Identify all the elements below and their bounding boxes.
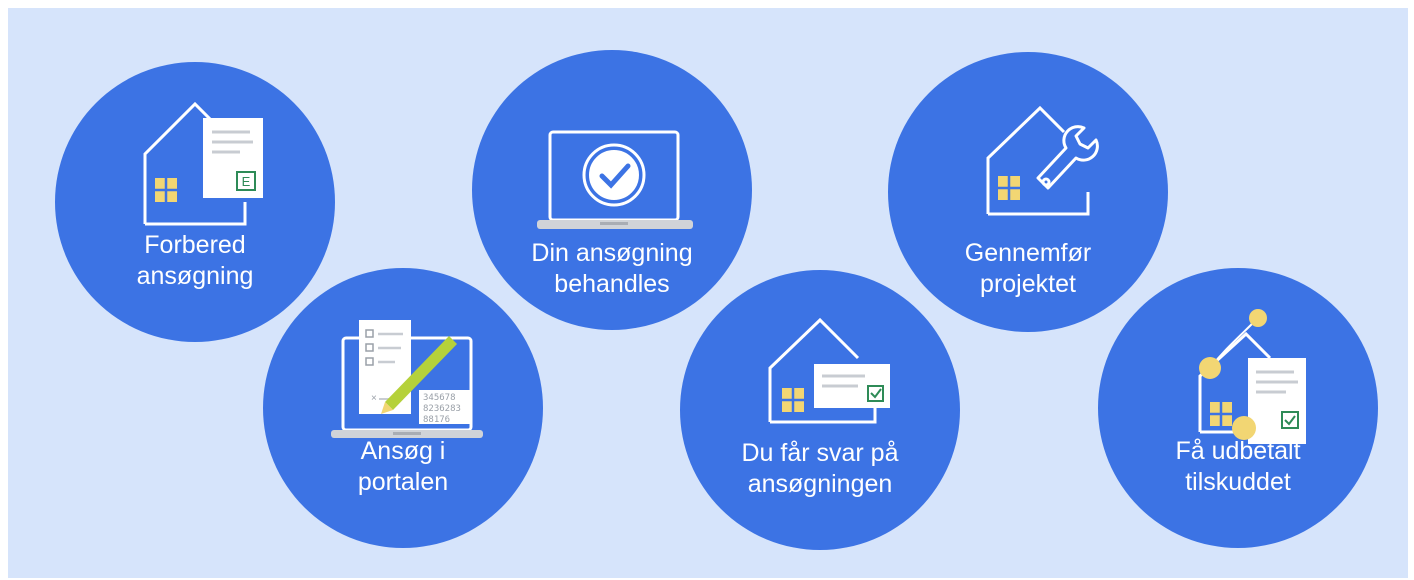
- svg-text:×: ×: [371, 393, 377, 404]
- wrench-icon: [1036, 125, 1099, 190]
- laptop-clock-check-icon: [537, 130, 693, 229]
- step-prepare-application: E Forbered ansøgning: [55, 62, 335, 342]
- house-coins-document-icon: [1198, 309, 1306, 444]
- step-label: Gennemfør projektet: [964, 239, 1092, 298]
- window-icon: [1210, 402, 1232, 426]
- step-label: Din ansøgning behandles: [531, 239, 693, 298]
- house-document-icon: E: [143, 101, 263, 226]
- step-label: Få udbetalt tilskuddet: [1175, 437, 1301, 496]
- house-wrench-icon: [986, 105, 1099, 216]
- svg-text:345678: 345678: [423, 393, 456, 403]
- laptop-form-pencil-icon: × 345678 8236283 88176: [331, 320, 483, 438]
- window-icon: [782, 388, 804, 412]
- step-receive-answer: Du får svar på ansøgningen: [680, 270, 960, 550]
- step-application-processed: Din ansøgning behandles: [472, 50, 752, 330]
- energy-label-mark: E: [242, 174, 251, 189]
- step-label: Du får svar på ansøgningen: [741, 439, 899, 498]
- step-apply-in-portal: × 345678 8236283 88176 Ansøg i portalen: [263, 268, 543, 548]
- coin-icon: [1199, 357, 1221, 379]
- svg-text:8236283: 8236283: [423, 404, 461, 414]
- window-icon: [155, 178, 177, 202]
- step-carry-out-project: Gennemfør projektet: [888, 52, 1168, 332]
- step-label: Ansøg i portalen: [357, 437, 449, 496]
- step-label: Forbered ansøgning: [136, 231, 254, 290]
- svg-text:88176: 88176: [423, 415, 450, 425]
- coin-icon: [1249, 309, 1267, 327]
- window-icon: [998, 176, 1020, 200]
- clock-check-icon: [582, 143, 646, 207]
- step-receive-grant: Få udbetalt tilskuddet: [1098, 268, 1378, 548]
- house-letter-check-icon: [768, 317, 890, 424]
